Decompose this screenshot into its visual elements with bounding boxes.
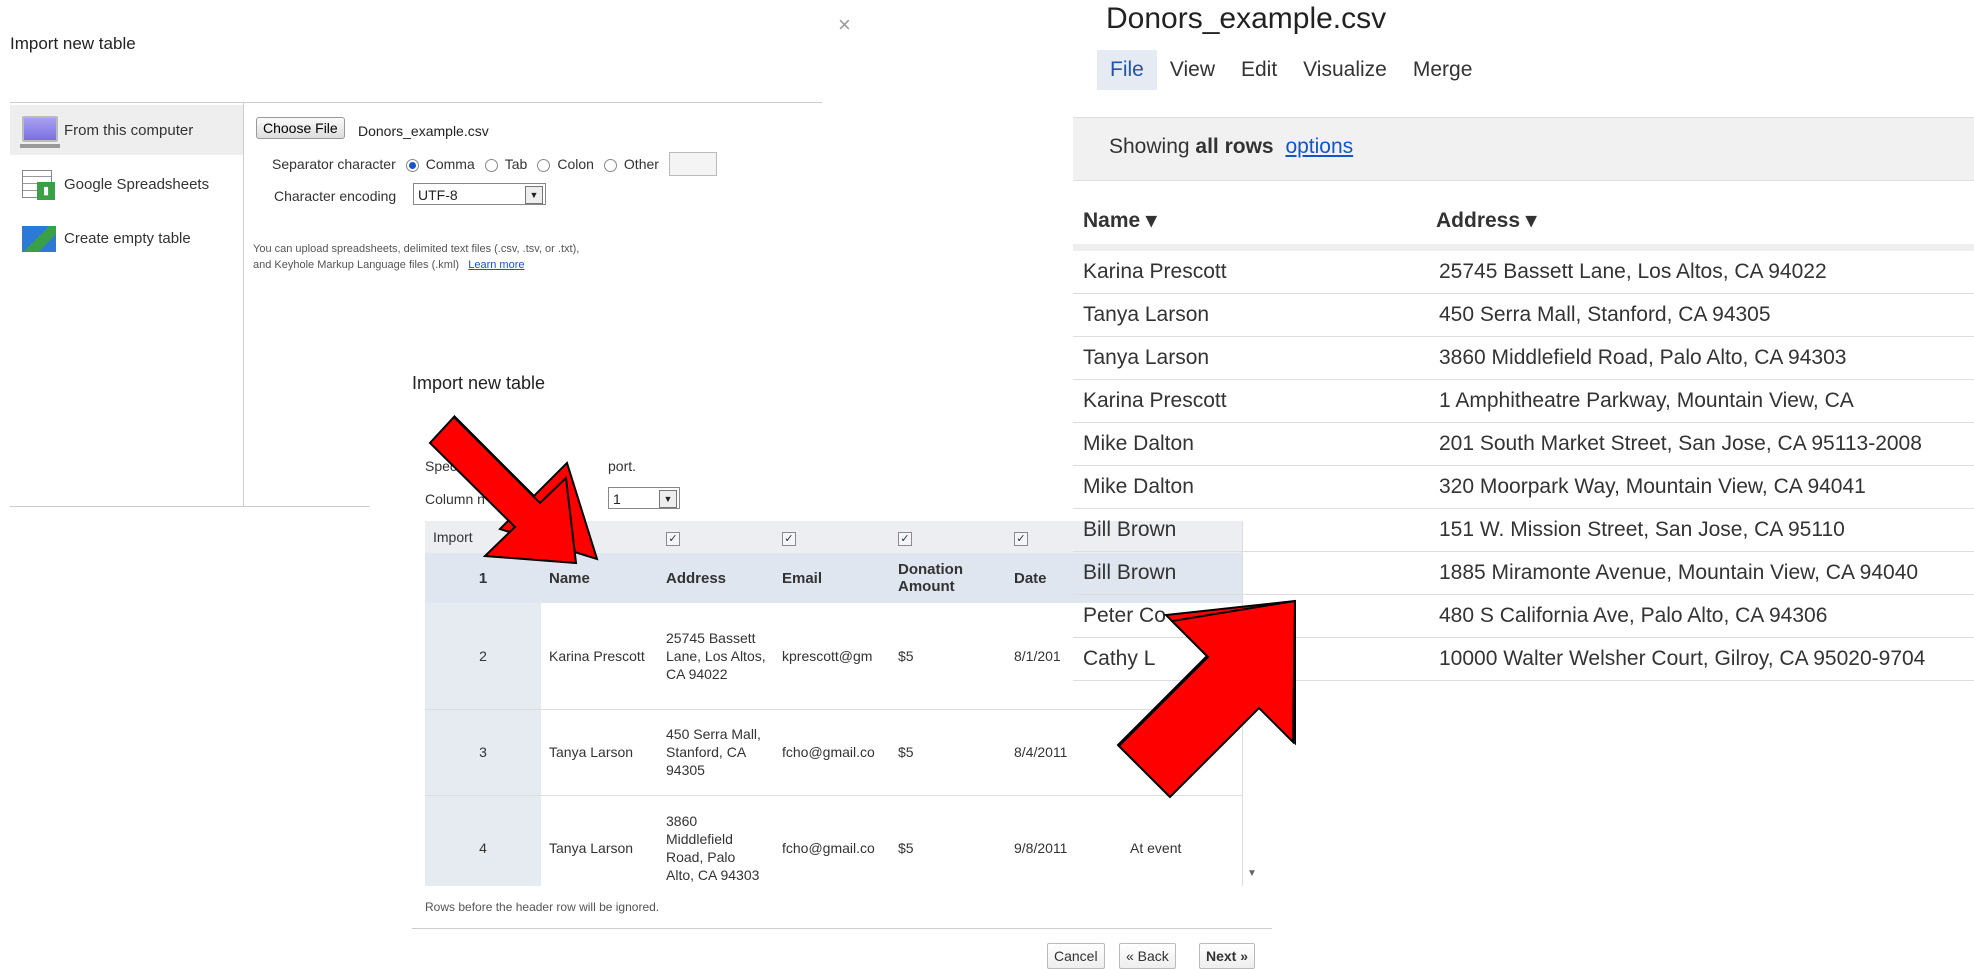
arrow-right-body-icon	[1117, 599, 1297, 799]
annotation-arrows-top	[428, 415, 1297, 799]
arrow-left-body-icon	[428, 415, 578, 565]
